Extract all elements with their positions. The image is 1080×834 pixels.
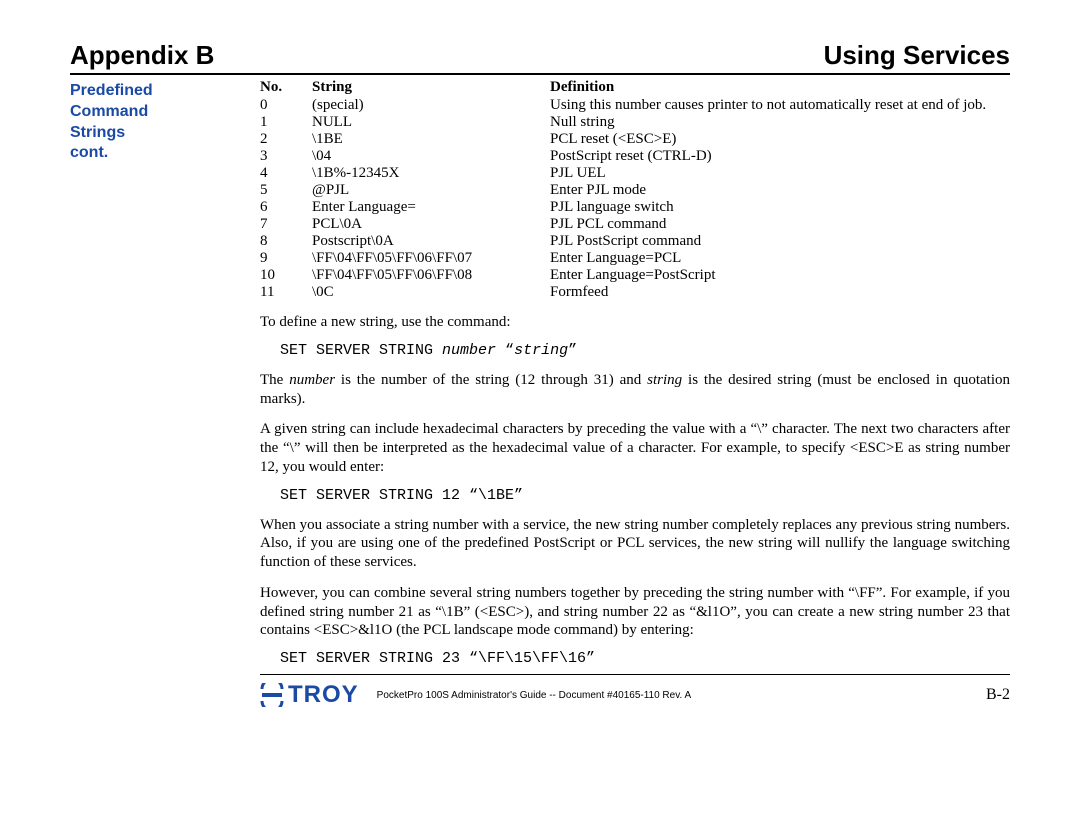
cell-string: \04 (312, 148, 550, 165)
cell-no: 7 (260, 216, 312, 233)
header-left: Appendix B (70, 40, 214, 71)
para-intro: To define a new string, use the command: (260, 313, 1010, 332)
cell-string: \FF\04\FF\05\FF\06\FF\08 (312, 267, 550, 284)
cell-no: 9 (260, 250, 312, 267)
cell-string: \0C (312, 284, 550, 301)
cell-string: (special) (312, 97, 550, 114)
header-right: Using Services (824, 40, 1010, 71)
sidebar-line1: Predefined (70, 81, 240, 102)
cell-definition: Enter Language=PostScript (550, 267, 1010, 284)
cell-string: Enter Language= (312, 199, 550, 216)
cell-definition: PJL UEL (550, 165, 1010, 182)
table-row: 6Enter Language=PJL language switch (260, 199, 1010, 216)
sidebar-heading: Predefined Command Strings cont. (70, 79, 240, 709)
table-row: 11\0CFormfeed (260, 284, 1010, 301)
code-example-1: SET SERVER STRING number “string” (280, 342, 1010, 359)
brand-logo: TROY (260, 681, 359, 709)
cell-no: 8 (260, 233, 312, 250)
cell-string: @PJL (312, 182, 550, 199)
para-hex: A given string can include hexadecimal c… (260, 420, 1010, 476)
para-combine: However, you can combine several string … (260, 584, 1010, 640)
para-replace: When you associate a string number with … (260, 516, 1010, 572)
th-no: No. (260, 79, 312, 97)
footer-doc: PocketPro 100S Administrator's Guide -- … (377, 690, 968, 701)
table-row: 9\FF\04\FF\05\FF\06\FF\07Enter Language=… (260, 250, 1010, 267)
table-row: 10\FF\04\FF\05\FF\06\FF\08Enter Language… (260, 267, 1010, 284)
code-example-3: SET SERVER STRING 23 “\FF\15\FF\16” (280, 650, 1010, 667)
cell-no: 3 (260, 148, 312, 165)
table-row: 1NULLNull string (260, 114, 1010, 131)
cell-no: 5 (260, 182, 312, 199)
table-row: 0(special)Using this number causes print… (260, 97, 1010, 114)
cell-string: NULL (312, 114, 550, 131)
cell-no: 0 (260, 97, 312, 114)
cell-no: 2 (260, 131, 312, 148)
cell-definition: Enter Language=PCL (550, 250, 1010, 267)
para-number-def: The number is the number of the string (… (260, 371, 1010, 409)
cell-definition: PCL reset (<ESC>E) (550, 131, 1010, 148)
cell-no: 10 (260, 267, 312, 284)
cell-definition: PJL PCL command (550, 216, 1010, 233)
page-header: Appendix B Using Services (70, 40, 1010, 75)
cell-string: \FF\04\FF\05\FF\06\FF\07 (312, 250, 550, 267)
cell-definition: PJL language switch (550, 199, 1010, 216)
command-strings-table: No. String Definition 0(special)Using th… (260, 79, 1010, 301)
th-string: String (312, 79, 550, 97)
cell-definition: Null string (550, 114, 1010, 131)
cell-string: PCL\0A (312, 216, 550, 233)
cell-definition: Enter PJL mode (550, 182, 1010, 199)
cell-definition: Using this number causes printer to not … (550, 97, 1010, 114)
page-number: B-2 (986, 686, 1010, 704)
table-row: 2\1BEPCL reset (<ESC>E) (260, 131, 1010, 148)
main-content: No. String Definition 0(special)Using th… (260, 79, 1010, 709)
table-row: 3\04PostScript reset (CTRL-D) (260, 148, 1010, 165)
table-row: 4\1B%-12345XPJL UEL (260, 165, 1010, 182)
cell-definition: Formfeed (550, 284, 1010, 301)
sidebar-line2: Command (70, 102, 240, 123)
cell-no: 6 (260, 199, 312, 216)
th-definition: Definition (550, 79, 1010, 97)
cell-string: \1BE (312, 131, 550, 148)
brand-text: TROY (288, 681, 359, 709)
cell-no: 4 (260, 165, 312, 182)
cell-no: 1 (260, 114, 312, 131)
brand-logo-icon (260, 683, 284, 707)
table-row: 7PCL\0APJL PCL command (260, 216, 1010, 233)
cell-string: Postscript\0A (312, 233, 550, 250)
sidebar-line3: Strings (70, 123, 240, 144)
table-row: 5@PJLEnter PJL mode (260, 182, 1010, 199)
cell-no: 11 (260, 284, 312, 301)
cell-definition: PostScript reset (CTRL-D) (550, 148, 1010, 165)
cell-definition: PJL PostScript command (550, 233, 1010, 250)
code-example-2: SET SERVER STRING 12 “\1BE” (280, 487, 1010, 504)
sidebar-line4: cont. (70, 143, 240, 164)
cell-string: \1B%-12345X (312, 165, 550, 182)
footer: TROY PocketPro 100S Administrator's Guid… (260, 675, 1010, 709)
table-row: 8Postscript\0APJL PostScript command (260, 233, 1010, 250)
